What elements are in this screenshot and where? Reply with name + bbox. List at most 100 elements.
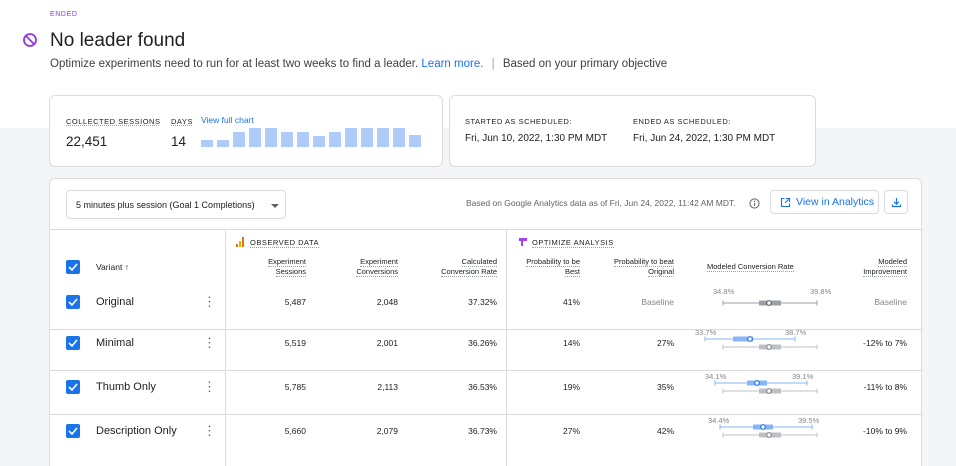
daily-session-bar: [393, 128, 405, 147]
table-row[interactable]: Minimal ⋮ 5,519 2,001 36.26% 14% 27% 33.7% 38.7%…: [50, 325, 923, 369]
objective-dropdown[interactable]: 5 minutes plus session (Goal 1 Completio…: [66, 190, 286, 219]
daily-session-bar: [377, 128, 389, 147]
ended-label: ENDED AS SCHEDULED:: [633, 117, 731, 126]
more-options-icon[interactable]: ⋮: [203, 424, 216, 437]
sort-arrow-icon: ↑: [124, 262, 129, 272]
description-suffix: Based on your primary objective: [502, 58, 668, 70]
conversions-cell: 2,001: [376, 338, 398, 348]
prob-best-cell: 41%: [562, 297, 580, 307]
analytics-data-note: Based on Google Analytics data as of Fri…: [466, 198, 736, 208]
conversions-cell: 2,048: [376, 297, 398, 307]
variant-interval: [714, 380, 808, 386]
variant-column-header[interactable]: Variant ↑: [96, 262, 129, 272]
table-row[interactable]: Original ⋮ 5,487 2,048 37.32% 41% Baseline 34.8…: [50, 284, 923, 328]
rate-cell: 36.26%: [468, 338, 497, 348]
sessions-cell: 5,660: [284, 426, 306, 436]
daily-session-bar: [329, 132, 341, 147]
sessions-column-header: Experiment Sessions: [268, 257, 306, 277]
conversions-cell: 2,113: [377, 382, 398, 392]
daily-session-bar: [233, 132, 245, 147]
learn-more-link[interactable]: Learn more.: [421, 58, 483, 70]
sessions-cell: 5,519: [284, 338, 306, 348]
more-options-icon[interactable]: ⋮: [203, 336, 216, 349]
prob-beat-cell: 42%: [656, 426, 674, 436]
rate-column-header: Calculated Conversion Rate: [441, 257, 497, 277]
view-in-analytics-label: View in Analytics: [796, 196, 875, 208]
daily-session-bar: [281, 132, 293, 147]
variant-name: Original: [96, 296, 134, 308]
rate-cell: 36.73%: [468, 426, 497, 436]
ci-high-label: 39.5%: [798, 416, 820, 425]
variant-name: Description Only: [96, 425, 177, 437]
days-value: 14: [171, 134, 187, 149]
variant-checkbox[interactable]: [66, 380, 80, 394]
prob-best-cell: 14%: [562, 338, 580, 348]
variant-interval: [719, 424, 813, 430]
variant-name: Minimal: [96, 337, 134, 349]
more-options-icon[interactable]: ⋮: [203, 380, 216, 393]
modeled-rate-column-header: Modeled Conversion Rate: [707, 262, 794, 272]
daily-session-bar: [249, 128, 261, 147]
variant-checkbox[interactable]: [66, 295, 80, 309]
started-label: STARTED AS SCHEDULED:: [465, 117, 572, 126]
description-text: Optimize experiments need to run for at …: [50, 58, 419, 70]
variant-checkbox[interactable]: [66, 336, 80, 350]
variant-interval: [704, 336, 796, 342]
description-separator: |: [491, 58, 495, 70]
table-row[interactable]: Thumb Only ⋮ 5,785 2,113 36.53% 19% 35% 34.1% 39…: [50, 369, 923, 413]
optimize-analysis-label: OPTIMIZE ANALYSIS: [532, 238, 614, 248]
improvement-cell: Baseline: [874, 297, 907, 307]
daily-session-bar: [345, 128, 357, 147]
improvement-column-header: Modeled Improvement: [863, 257, 907, 277]
daily-session-bar: [265, 128, 277, 147]
baseline-interval: [722, 432, 818, 438]
daily-sessions-sparkline[interactable]: [201, 127, 423, 147]
sessions-cell: 5,487: [284, 297, 306, 307]
ci-low-label: 33.7%: [695, 328, 717, 337]
sessions-card: COLLECTED SESSIONS 22,451 DAYS 14 View f…: [49, 95, 443, 167]
bar-chart-icon: [236, 237, 244, 247]
ci-low-label: 34.4%: [708, 416, 730, 425]
started-value: Fri, Jun 10, 2022, 1:30 PM MDT: [465, 133, 608, 144]
view-full-chart-link[interactable]: View full chart: [201, 115, 254, 125]
more-options-icon[interactable]: ⋮: [203, 295, 216, 308]
status-label: ENDED: [50, 11, 78, 18]
daily-session-bar: [313, 136, 325, 147]
prob-beat-cell: Baseline: [641, 297, 674, 307]
baseline-interval: [722, 344, 818, 350]
sessions-cell: 5,785: [284, 382, 306, 392]
conversions-cell: 2,079: [376, 426, 398, 436]
select-all-checkbox[interactable]: [66, 260, 80, 274]
blocked-icon: [23, 33, 37, 47]
daily-session-bar: [217, 140, 229, 147]
rate-cell: 37.32%: [468, 297, 497, 307]
external-link-icon: [780, 197, 791, 208]
daily-session-bar: [361, 128, 373, 147]
results-card: 5 minutes plus session (Goal 1 Completio…: [49, 178, 923, 466]
baseline-interval: [722, 300, 818, 306]
page-title: No leader found: [50, 30, 186, 51]
baseline-interval: [722, 388, 818, 394]
rate-cell: 36.53%: [468, 382, 497, 392]
download-button[interactable]: [884, 190, 908, 214]
variant-checkbox[interactable]: [66, 424, 80, 438]
days-label: DAYS: [171, 117, 193, 126]
download-icon: [891, 198, 902, 208]
improvement-cell: -10% to 9%: [863, 426, 907, 436]
variant-name: Thumb Only: [96, 381, 156, 393]
prob-best-cell: 27%: [562, 426, 580, 436]
improvement-cell: -12% to 7%: [863, 338, 907, 348]
view-in-analytics-button[interactable]: View in Analytics: [770, 190, 879, 214]
table-row[interactable]: Description Only ⋮ 5,660 2,079 36.73% 27% 42% 3…: [50, 413, 923, 457]
description: Optimize experiments need to run for at …: [50, 58, 667, 70]
daily-session-bar: [201, 140, 213, 147]
sessions-label: COLLECTED SESSIONS: [66, 117, 161, 126]
toolbar-divider: [50, 229, 923, 230]
prob-best-column-header: Probability to be Best: [526, 257, 580, 277]
ci-low-label: 34.8%: [713, 287, 735, 296]
prob-beat-cell: 35%: [656, 382, 674, 392]
info-icon[interactable]: [749, 198, 760, 209]
daily-session-bar: [297, 132, 309, 147]
ci-low-label: 34.1%: [705, 372, 727, 381]
conversions-column-header: Experiment Conversions: [356, 257, 398, 277]
